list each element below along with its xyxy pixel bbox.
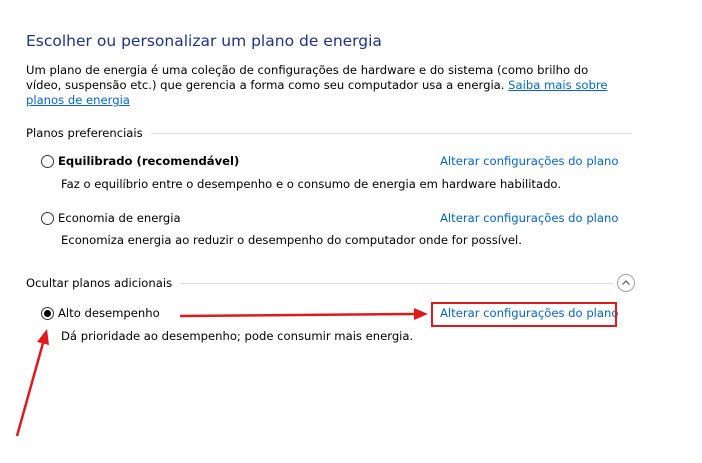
plan-high-performance-description: Dá prioridade ao desempenho; pode consum…: [61, 329, 414, 343]
collapse-additional-plans-button[interactable]: [617, 274, 635, 292]
intro-text: Um plano de energia é uma coleção de con…: [26, 63, 589, 92]
additional-plans-divider: [180, 282, 614, 284]
plan-power-saver-radio-row[interactable]: Economia de energia: [41, 210, 181, 226]
plan-balanced-change-link[interactable]: Alterar configurações do plano: [440, 154, 618, 168]
plan-balanced-description: Faz o equilíbrio entre o desempenho e o …: [61, 177, 562, 191]
annotation-arrow-horizontal: [179, 308, 428, 320]
plan-balanced-radio[interactable]: [41, 154, 54, 168]
additional-plans-label: Ocultar planos adicionais: [26, 276, 173, 290]
additional-plans-header: Ocultar planos adicionais: [26, 276, 614, 290]
radio-selected-dot: [44, 309, 51, 317]
page-title: Escolher ou personalizar um plano de ene…: [26, 32, 382, 50]
annotation-arrow-vertical: [15, 329, 49, 437]
plan-high-performance-radio[interactable]: [41, 306, 54, 320]
preferred-plans-header: Planos preferenciais: [26, 126, 632, 140]
plan-balanced-name: Equilibrado (recomendável): [58, 154, 240, 168]
plan-power-saver-name: Economia de energia: [58, 211, 181, 225]
annotation-highlight-box: [431, 302, 617, 327]
plan-high-performance-name: Alto desempenho: [58, 306, 160, 320]
chevron-up-icon: [622, 280, 630, 285]
intro-paragraph: Um plano de energia é uma coleção de con…: [26, 63, 626, 108]
plan-power-saver-radio[interactable]: [41, 211, 54, 225]
plan-balanced-radio-row[interactable]: Equilibrado (recomendável): [41, 153, 239, 169]
plan-power-saver-description: Economiza energia ao reduzir o desempenh…: [61, 233, 522, 247]
plan-power-saver-change-link[interactable]: Alterar configurações do plano: [440, 211, 618, 225]
preferred-plans-label: Planos preferenciais: [26, 126, 143, 140]
preferred-plans-divider: [150, 132, 632, 134]
plan-high-performance-radio-row[interactable]: Alto desempenho: [41, 305, 160, 321]
